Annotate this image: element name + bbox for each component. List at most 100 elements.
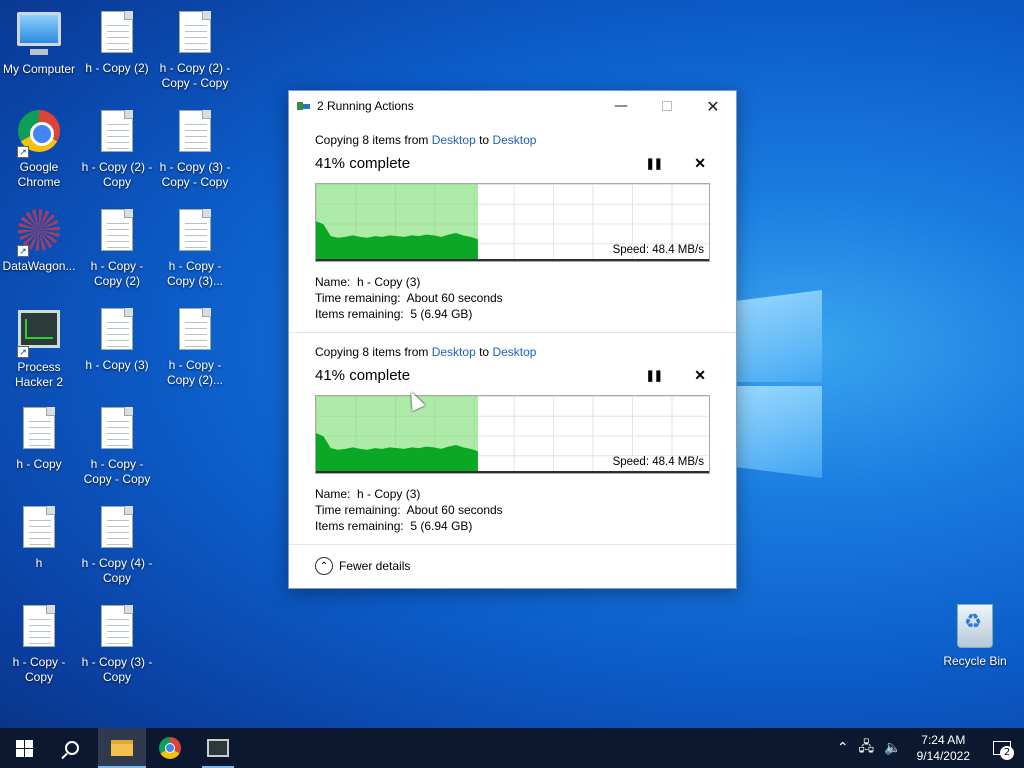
pause-button[interactable]: ❚❚ — [645, 157, 663, 170]
desktop-icon-label: h — [35, 556, 43, 570]
action-center-button[interactable]: 2 — [980, 728, 1024, 768]
desktop-icon-file[interactable]: h - Copy — [0, 404, 78, 472]
start-button[interactable] — [0, 728, 48, 768]
fewer-details-label: Fewer details — [339, 559, 411, 573]
cancel-icon: ✕ — [694, 367, 706, 383]
desktop-icon-label: Recycle Bin — [943, 654, 1007, 668]
shortcut-arrow-icon: ↗ — [17, 245, 29, 257]
desktop-icon-file[interactable]: h - Copy - Copy - Copy — [78, 404, 156, 487]
desktop-icon-file[interactable]: h - Copy (3) — [78, 305, 156, 373]
speed-area-path — [316, 221, 478, 261]
desktop-icon-label: h - Copy (2) - Copy — [81, 160, 153, 189]
operation-header-text: Copying 8 items from — [315, 345, 432, 359]
document-icon — [101, 407, 133, 449]
desktop-icon-file[interactable]: h - Copy - Copy — [0, 602, 78, 685]
taskbar: ⌃ 🖧 🔈 7:24 AM 9/14/2022 2 — [0, 728, 1024, 768]
copy-operation: Copying 8 items from Desktop to Desktop … — [289, 133, 736, 322]
destination-link[interactable]: Desktop — [492, 345, 536, 359]
desktop-icon-label: h - Copy - Copy (2) — [90, 259, 144, 288]
document-icon — [101, 110, 133, 152]
document-icon — [179, 308, 211, 350]
clock-date: 9/14/2022 — [916, 749, 970, 763]
notification-badge: 2 — [1000, 746, 1014, 760]
desktop-icon-file[interactable]: h - Copy - Copy (2)... — [156, 305, 234, 388]
desktop-icon-recycle-bin[interactable]: Recycle Bin — [936, 602, 1014, 669]
operation-details: Name: h - Copy (3) Time remaining: About… — [315, 486, 710, 534]
cancel-button[interactable]: ✕ — [694, 155, 706, 172]
document-icon — [179, 209, 211, 251]
operation-divider — [289, 332, 736, 333]
desktop-icon-label: h - Copy (2) — [85, 61, 149, 75]
wallpaper-windows-logo — [735, 290, 825, 480]
desktop-icon-file[interactable]: h - Copy (2) - Copy — [78, 107, 156, 190]
search-icon — [65, 741, 79, 755]
desktop-icon-label: My Computer — [2, 62, 76, 76]
desktop-icon-file[interactable]: h - Copy - Copy (3)... — [156, 206, 234, 289]
minimize-button[interactable]: — — [598, 91, 644, 121]
desktop-icon-label: h - Copy (3) - Copy - Copy — [159, 160, 231, 189]
taskbar-chrome[interactable] — [146, 728, 194, 768]
speed-label: Speed: 48.4 MB/s — [612, 244, 704, 256]
process-hacker-icon — [207, 739, 229, 757]
taskbar-process-hacker[interactable] — [194, 728, 242, 768]
desktop-icon-file[interactable]: h - Copy (3) - Copy - Copy — [156, 107, 234, 190]
desktop-icon-file[interactable]: h - Copy (2) — [78, 8, 156, 76]
document-icon — [101, 506, 133, 548]
cancel-button[interactable]: ✕ — [694, 367, 706, 384]
desktop-icon-file[interactable]: h — [0, 503, 78, 571]
dialog-titlebar[interactable]: 2 Running Actions — ✕ — [289, 91, 736, 121]
chrome-icon — [159, 737, 181, 759]
desktop-icon-file[interactable]: h - Copy (4) - Copy — [78, 503, 156, 586]
document-icon — [179, 11, 211, 53]
speed-area-path — [316, 433, 478, 473]
graph-baseline — [316, 259, 709, 261]
taskbar-file-explorer[interactable] — [98, 728, 146, 768]
volume-icon[interactable]: 🔈 — [879, 740, 906, 756]
document-icon — [101, 308, 133, 350]
operation-header-to: to — [475, 345, 493, 359]
process-hacker-icon — [18, 310, 60, 348]
desktop-icon-process-hacker[interactable]: ↗ Process Hacker 2 — [0, 305, 78, 390]
source-link[interactable]: Desktop — [432, 345, 476, 359]
desktop-icon-google-chrome[interactable]: ↗ Google Chrome — [0, 107, 78, 190]
desktop-icon-label: h - Copy - Copy — [12, 655, 66, 684]
desktop-icon-datawagon[interactable]: ↗ DataWagon... — [0, 206, 78, 274]
desktop-icon-label: h - Copy - Copy (3)... — [166, 259, 223, 288]
pause-icon: ❚❚ — [645, 158, 663, 170]
pause-button[interactable]: ❚❚ — [645, 369, 663, 382]
document-icon — [23, 605, 55, 647]
desktop-icon-label: h - Copy (2) - Copy - Copy — [159, 61, 231, 90]
document-icon — [101, 605, 133, 647]
computer-icon — [17, 12, 61, 55]
operation-details: Name: h - Copy (3) Time remaining: About… — [315, 274, 710, 322]
search-button[interactable] — [48, 728, 96, 768]
show-hidden-icons-button[interactable]: ⌃ — [832, 740, 854, 756]
desktop-icon-file[interactable]: h - Copy - Copy (2) — [78, 206, 156, 289]
recycle-bin-icon — [957, 604, 993, 648]
document-icon — [23, 407, 55, 449]
pause-icon: ❚❚ — [645, 370, 663, 382]
desktop-icon-label: h - Copy (3) - Copy — [81, 655, 153, 684]
shortcut-arrow-icon: ↗ — [17, 146, 29, 158]
name-label: Name: — [315, 487, 351, 501]
desktop-icon-label: DataWagon... — [2, 259, 76, 273]
desktop-icon-label: h - Copy (3) — [85, 358, 149, 372]
operation-header: Copying 8 items from Desktop to Desktop — [315, 345, 710, 361]
desktop-icon-my-computer[interactable]: My Computer — [0, 8, 78, 77]
running-actions-dialog: 2 Running Actions — ✕ Copying 8 items fr… — [288, 90, 737, 589]
minimize-icon: — — [614, 98, 628, 114]
fewer-details-button[interactable]: ⌃ Fewer details — [315, 557, 410, 575]
source-link[interactable]: Desktop — [432, 133, 476, 147]
clock[interactable]: 7:24 AM 9/14/2022 — [907, 732, 980, 764]
time-remaining-label: Time remaining: — [315, 291, 401, 305]
destination-link[interactable]: Desktop — [492, 133, 536, 147]
cancel-icon: ✕ — [694, 155, 706, 171]
desktop-icon-file[interactable]: h - Copy (3) - Copy — [78, 602, 156, 685]
operation-header-to: to — [475, 133, 493, 147]
close-button[interactable]: ✕ — [690, 91, 736, 121]
file-explorer-icon — [111, 740, 133, 756]
items-remaining-value: 5 (6.94 GB) — [410, 307, 473, 321]
desktop-icon-file[interactable]: h - Copy (2) - Copy - Copy — [156, 8, 234, 91]
name-label: Name: — [315, 275, 351, 289]
network-icon[interactable]: 🖧 — [854, 736, 880, 760]
